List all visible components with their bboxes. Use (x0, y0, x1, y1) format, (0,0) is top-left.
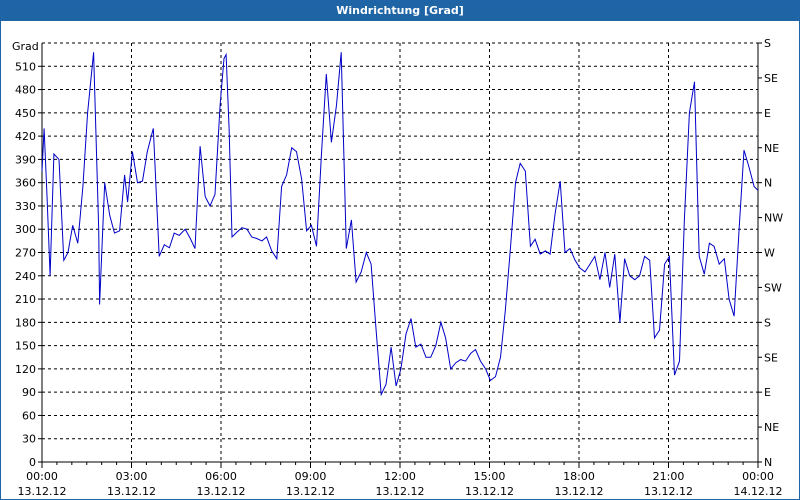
y-tick-label: 150 (15, 340, 36, 353)
y-tick-label: 240 (15, 270, 36, 283)
y-tick-label: 480 (15, 84, 36, 97)
x-tick-time-label: 12:00 (384, 470, 416, 483)
compass-label: NW (764, 212, 783, 225)
y-tick-label: 450 (15, 107, 36, 120)
y-tick-label: 60 (22, 409, 36, 422)
compass-label: NE (764, 142, 779, 155)
labels-layer: 0 30 60 90 120 150 180 210 240 270 300 330 360 390 420… (12, 37, 783, 498)
y-tick-label: 390 (15, 153, 36, 166)
y-tick-label: 360 (15, 177, 36, 190)
compass-label: N (764, 456, 772, 469)
x-tick-date-label: 13.12.12 (18, 485, 67, 498)
x-tick-date-label: 13.12.12 (555, 485, 604, 498)
x-tick-date-label: 13.12.12 (644, 485, 693, 498)
y-tick-label: 270 (15, 247, 36, 260)
compass-label: W (764, 247, 775, 260)
x-tick-time-label: 03:00 (116, 470, 148, 483)
y-tick-label: 300 (15, 223, 36, 236)
x-tick-date-label: 13.12.12 (286, 485, 335, 498)
x-tick-time-label: 00:00 (742, 470, 774, 483)
x-tick-time-label: 21:00 (653, 470, 685, 483)
x-tick-time-label: 00:00 (26, 470, 58, 483)
y-tick-label: 120 (15, 363, 36, 376)
y-tick-label: 0 (29, 456, 36, 469)
y-tick-label: 510 (15, 60, 36, 73)
wind-direction-chart: 0 30 60 90 120 150 180 210 240 270 300 330 360 390 420… (12, 37, 783, 498)
y-axis-label: Grad (12, 40, 39, 53)
compass-label: SE (764, 72, 778, 85)
compass-label: S (764, 316, 771, 329)
y-tick-label: 210 (15, 293, 36, 306)
compass-label: E (764, 107, 771, 120)
x-tick-time-label: 09:00 (295, 470, 327, 483)
x-tick-time-label: 15:00 (474, 470, 506, 483)
compass-label: SE (764, 351, 778, 364)
y-tick-label: 180 (15, 316, 36, 329)
y-tick-label: 30 (22, 433, 36, 446)
y-tick-label: 420 (15, 130, 36, 143)
x-tick-date-label: 13.12.12 (465, 485, 514, 498)
compass-label: NE (764, 421, 779, 434)
compass-label: E (764, 386, 771, 399)
x-tick-date-label: 14.12.12 (734, 485, 783, 498)
grid-layer (42, 42, 758, 462)
compass-label: SW (764, 281, 782, 294)
y-tick-label: 90 (22, 386, 36, 399)
x-tick-time-label: 18:00 (563, 470, 595, 483)
x-tick-date-label: 13.12.12 (197, 485, 246, 498)
x-tick-date-label: 13.12.12 (107, 485, 156, 498)
x-tick-time-label: 06:00 (205, 470, 237, 483)
compass-label: N (764, 177, 772, 190)
x-tick-date-label: 13.12.12 (376, 485, 425, 498)
compass-label: S (764, 37, 771, 50)
y-tick-label: 330 (15, 200, 36, 213)
